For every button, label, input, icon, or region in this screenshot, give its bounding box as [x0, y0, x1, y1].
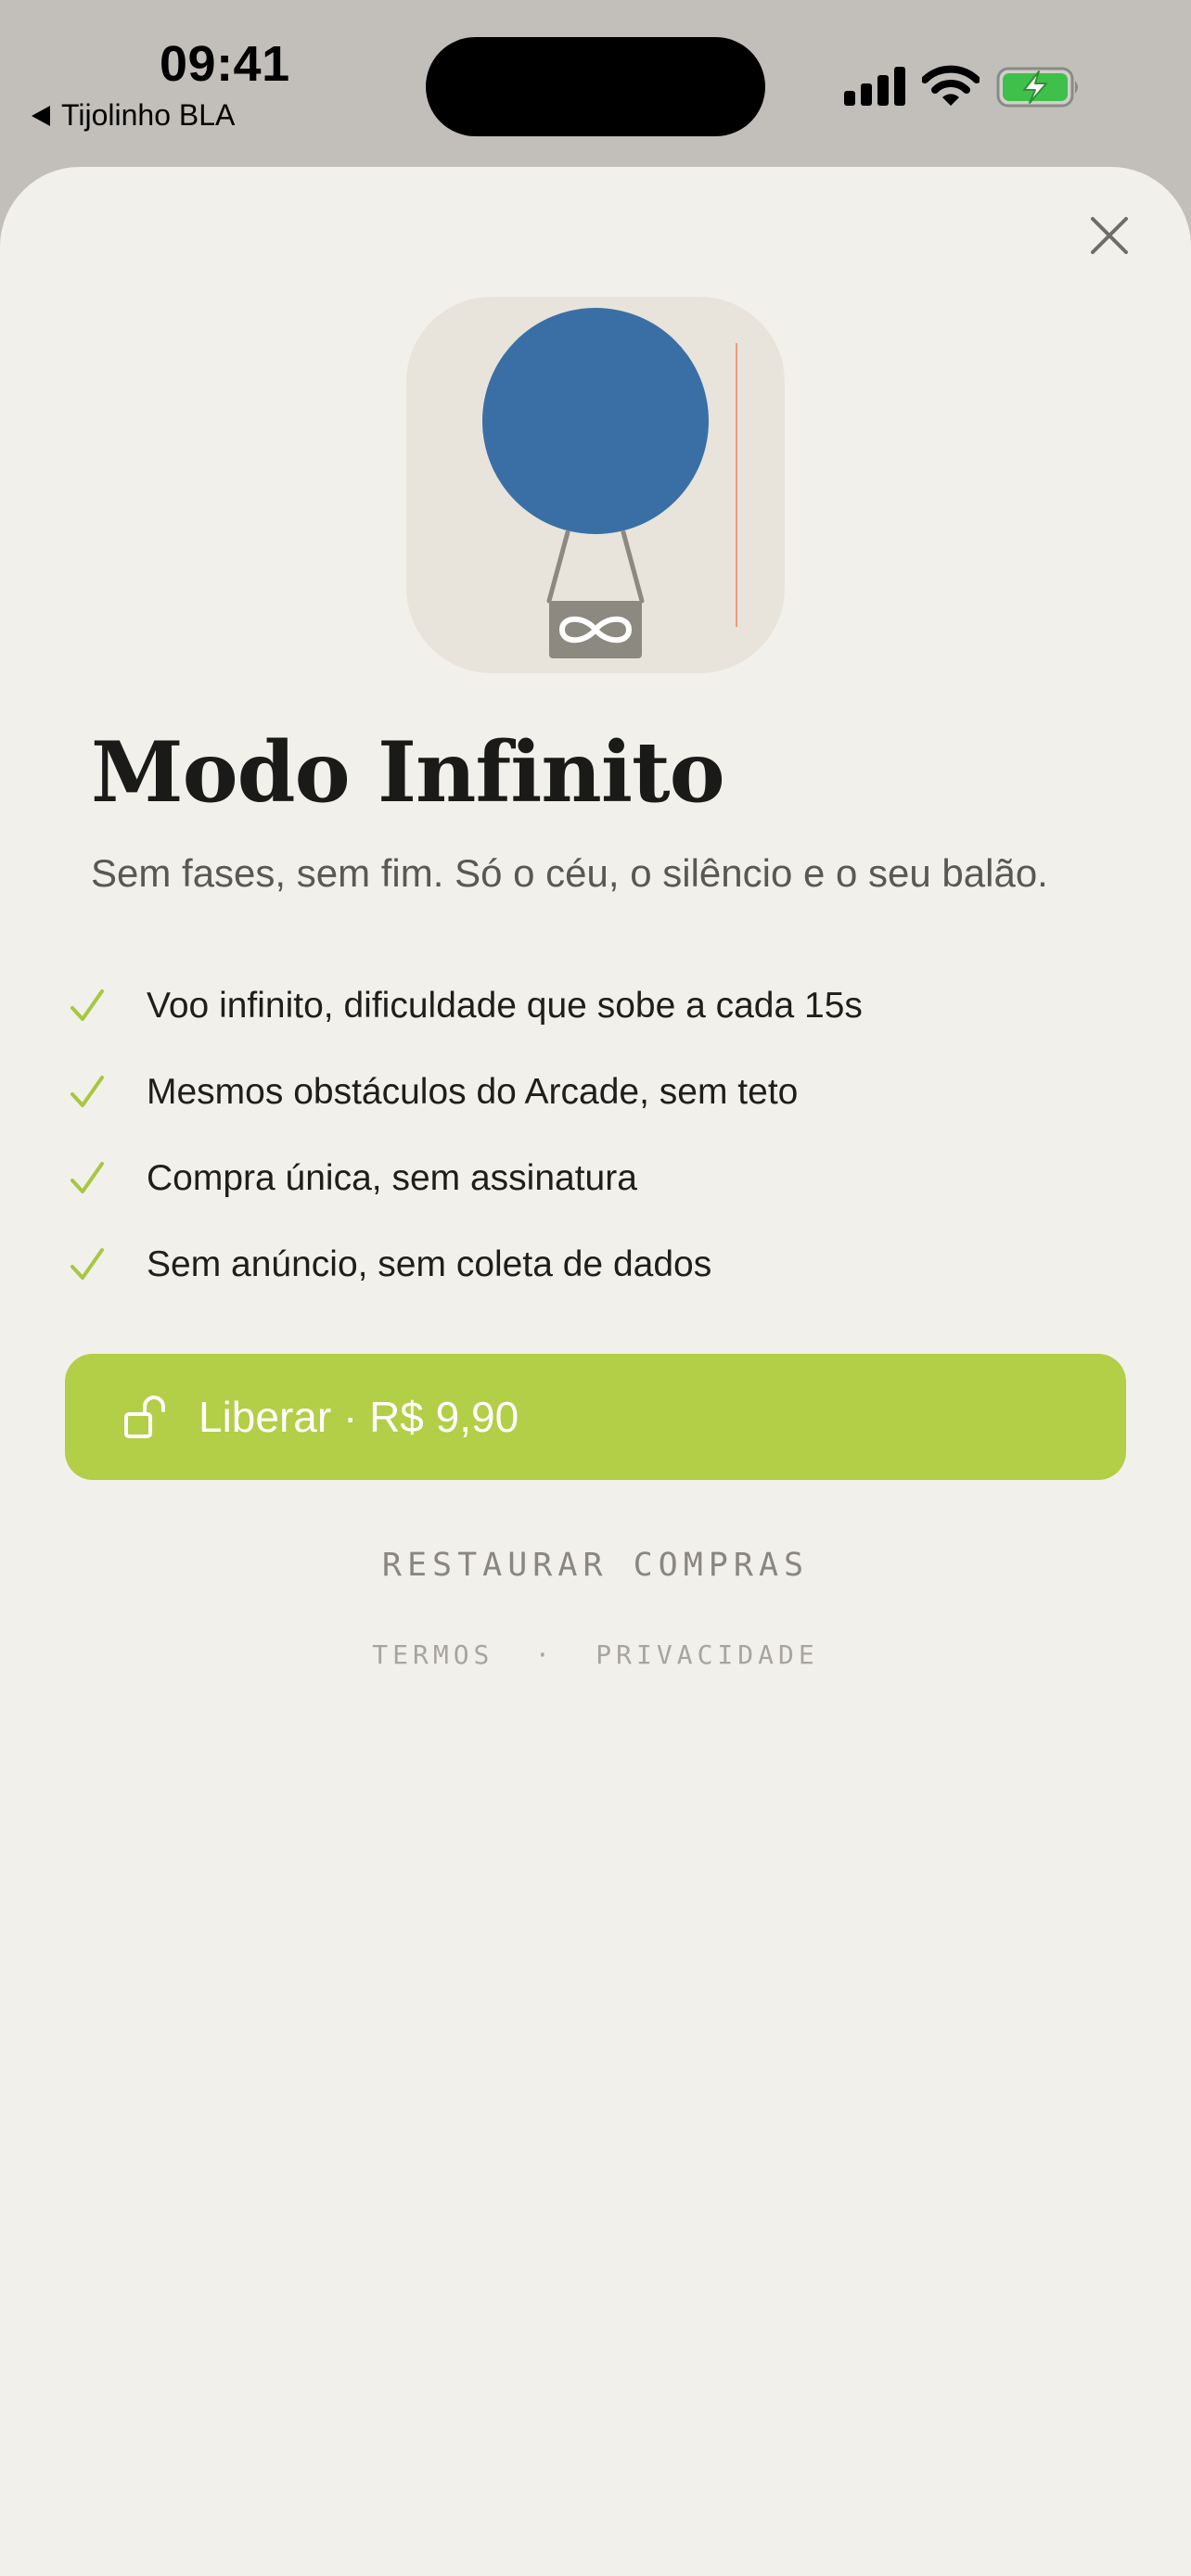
list-item: Compra única, sem assinatura: [65, 1135, 1132, 1221]
restore-purchases-link[interactable]: RESTAURAR COMPRAS: [0, 1547, 1191, 1584]
back-arrow-icon: [32, 105, 50, 126]
checkmark-icon: [70, 1161, 104, 1193]
privacy-link[interactable]: PRIVACIDADE: [596, 1639, 818, 1670]
close-icon[interactable]: [1085, 211, 1133, 260]
checkmark-icon: [70, 988, 104, 1021]
app-icon: [406, 297, 785, 673]
status-time: 09:41: [160, 36, 290, 92]
list-item: Sem anúncio, sem coleta de dados: [65, 1221, 1132, 1307]
feature-text: Mesmos obstáculos do Arcade, sem teto: [147, 1071, 799, 1112]
unlock-button-label: Liberar · R$ 9,90: [198, 1393, 519, 1441]
terms-link[interactable]: TERMOS: [372, 1639, 493, 1670]
back-to-app-link[interactable]: Tijolinho BLA: [32, 98, 235, 133]
feature-text: Voo infinito, dificuldade que sobe a cad…: [147, 985, 863, 1026]
back-app-label: Tijolinho BLA: [61, 98, 236, 132]
list-item: Mesmos obstáculos do Arcade, sem teto: [65, 1049, 1132, 1135]
feature-list: Voo infinito, dificuldade que sobe a cad…: [65, 963, 1132, 1307]
legal-separator: ·: [534, 1639, 556, 1670]
dynamic-island: [426, 37, 765, 136]
checkmark-icon: [70, 1247, 104, 1280]
cellular-signal-icon: [844, 67, 905, 106]
wifi-icon: [922, 65, 980, 106]
screen: 09:41 Tijolinho BLA Modo Infinito Sem fa…: [0, 0, 1191, 2576]
feature-text: Compra única, sem assinatura: [147, 1157, 637, 1198]
checkmark-icon: [70, 1075, 104, 1107]
battery-charging-icon: [996, 67, 1078, 108]
feature-text: Sem anúncio, sem coleta de dados: [147, 1243, 712, 1284]
list-item: Voo infinito, dificuldade que sobe a cad…: [65, 963, 1132, 1049]
page-title: Modo Infinito: [91, 723, 725, 822]
page-subtitle: Sem fases, sem fim. Só o céu, o silêncio…: [91, 851, 1048, 895]
unlock-icon: [124, 1396, 165, 1438]
balloon-infinity-icon: [482, 308, 737, 658]
unlock-purchase-button[interactable]: Liberar · R$ 9,90: [65, 1354, 1126, 1480]
legal-links: TERMOS · PRIVACIDADE: [0, 1639, 1191, 1670]
